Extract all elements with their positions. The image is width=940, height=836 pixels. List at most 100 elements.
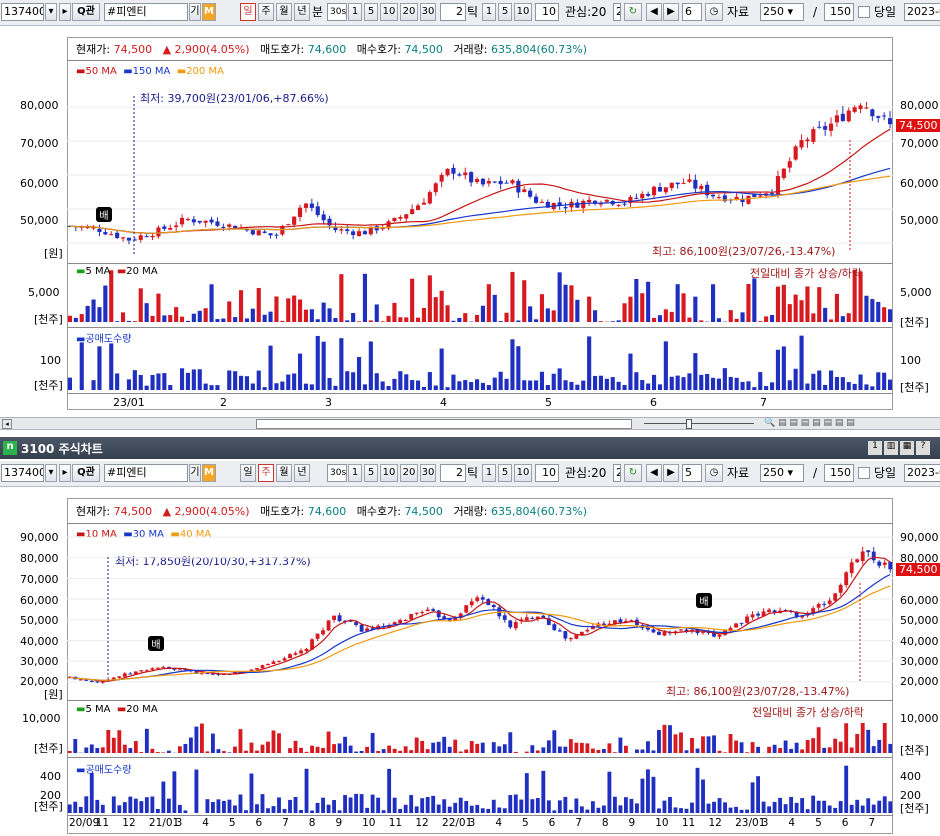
period-day[interactable]: 일	[240, 3, 256, 21]
m-button[interactable]: M	[202, 3, 216, 21]
favorite-button[interactable]: 기	[189, 464, 201, 482]
min-btn-20[interactable]: 20	[400, 3, 418, 21]
tick-field[interactable]: 2	[440, 464, 466, 482]
min-btn-1[interactable]: 1	[348, 464, 362, 482]
data-count-select[interactable]: 250 ▾	[760, 3, 804, 21]
data-max-field[interactable]: 150	[824, 464, 854, 482]
min-btn-1[interactable]: 1	[348, 3, 362, 21]
volume-bar	[386, 315, 391, 322]
candle-body	[356, 231, 362, 236]
window-btn-1[interactable]: 1	[868, 441, 882, 455]
interest-index[interactable]: 6	[682, 3, 702, 21]
data-max-field[interactable]: 150	[824, 3, 854, 21]
data-label: 자료	[727, 5, 750, 19]
tick-btn-10[interactable]: 10	[514, 3, 532, 21]
tick-input[interactable]: 10	[535, 3, 559, 21]
volume-bar	[778, 747, 783, 753]
volume-bar	[277, 733, 281, 753]
prev-icon[interactable]: ◀	[646, 464, 662, 482]
min-btn-20[interactable]: 20	[400, 464, 418, 482]
date-field[interactable]: 2023-0	[904, 464, 940, 482]
interest-number[interactable]: 2	[613, 3, 621, 21]
next-icon[interactable]: ▶	[663, 3, 679, 21]
short-bar	[150, 796, 155, 813]
minute-field[interactable]: 30s	[327, 464, 347, 482]
volume-bar	[651, 750, 656, 753]
min-btn-5[interactable]: 5	[364, 464, 378, 482]
today-checkbox[interactable]	[858, 6, 870, 18]
stock-name-field[interactable]: #피엔티	[104, 3, 188, 21]
short-bar	[502, 808, 507, 813]
min-btn-30[interactable]: 30	[420, 464, 436, 482]
candle-body	[746, 195, 751, 204]
min-btn-10[interactable]: 10	[380, 3, 398, 21]
bid-price: 74,500	[404, 505, 443, 518]
next-icon[interactable]: ▶	[663, 464, 679, 482]
window-btn-help[interactable]: ?	[916, 441, 930, 455]
stock-code-field[interactable]: 137400	[1, 464, 44, 482]
search-button[interactable]: Q관	[72, 3, 100, 21]
zoom-icons[interactable]: 🔍 ▤ ▤ ▤ ▤ ▤ ▤ ▤	[764, 418, 855, 428]
candle-body	[415, 205, 421, 211]
zoom-handle[interactable]	[686, 419, 692, 429]
minute-field[interactable]: 30s	[327, 3, 347, 21]
min-btn-10[interactable]: 10	[380, 464, 398, 482]
tick-input[interactable]: 10	[535, 464, 559, 482]
window-btn-layout[interactable]: ▦	[900, 441, 914, 455]
volume-bar	[288, 748, 292, 753]
data-count-select[interactable]: 250 ▾	[760, 464, 804, 482]
code-dropdown-icon[interactable]: ▾	[45, 464, 57, 482]
refresh-icon[interactable]: ↻	[624, 3, 642, 21]
min-btn-30[interactable]: 30	[420, 3, 436, 21]
candle-body	[255, 668, 259, 670]
period-week[interactable]: 주	[258, 464, 274, 482]
scroll-left-icon[interactable]: ◂	[2, 419, 12, 429]
search-button[interactable]: Q관	[72, 464, 100, 482]
period-month[interactable]: 월	[276, 464, 292, 482]
zoom-slider[interactable]	[644, 423, 754, 424]
candle-body	[274, 234, 279, 236]
m-button[interactable]: M	[202, 464, 216, 482]
period-day[interactable]: 일	[240, 464, 256, 482]
tick-btn-10[interactable]: 10	[514, 464, 532, 482]
short-bar	[574, 798, 579, 813]
candle-body	[362, 231, 368, 235]
period-year[interactable]: 년	[294, 3, 310, 21]
code-dropdown-icon[interactable]: ▾	[45, 3, 57, 21]
slash: /	[813, 466, 818, 480]
candle-body	[849, 562, 854, 574]
min-btn-5[interactable]: 5	[364, 3, 378, 21]
tick-btn-5[interactable]: 5	[498, 3, 512, 21]
clock-icon[interactable]: ◷	[705, 3, 723, 21]
refresh-icon[interactable]: ↻	[624, 464, 642, 482]
volume-bar	[598, 321, 604, 322]
tick-field[interactable]: 2	[440, 3, 466, 21]
volume-bar	[162, 315, 167, 322]
stock-name-field[interactable]: #피엔티	[104, 464, 188, 482]
window-btn-chart[interactable]: ▥	[884, 441, 898, 455]
period-month[interactable]: 월	[276, 3, 292, 21]
prev-icon[interactable]: ◀	[646, 3, 662, 21]
today-checkbox[interactable]	[858, 467, 870, 479]
candle-body	[817, 126, 822, 128]
volume-bar	[870, 299, 875, 322]
play-icon[interactable]: ▸	[59, 3, 71, 21]
interest-number[interactable]: 2	[613, 464, 621, 482]
date-field[interactable]: 2023-0	[904, 3, 940, 21]
tick-btn-1[interactable]: 1	[482, 3, 496, 21]
stock-code-field[interactable]: 137400	[1, 3, 44, 21]
volume-bar	[365, 746, 370, 753]
scroll-thumb[interactable]	[256, 419, 632, 429]
play-icon[interactable]: ▸	[59, 464, 71, 482]
chart-scrollbar[interactable]: ◂ 🔍 ▤ ▤ ▤ ▤ ▤ ▤ ▤	[0, 417, 940, 430]
interest-index[interactable]: 5	[682, 464, 702, 482]
tick-btn-1[interactable]: 1	[482, 464, 496, 482]
favorite-button[interactable]: 기	[189, 3, 201, 21]
short-bar	[805, 809, 810, 813]
period-week[interactable]: 주	[258, 3, 274, 21]
period-year[interactable]: 년	[294, 464, 310, 482]
candle-body	[409, 613, 414, 620]
tick-btn-5[interactable]: 5	[498, 464, 512, 482]
candle-body	[604, 199, 609, 202]
clock-icon[interactable]: ◷	[705, 464, 723, 482]
